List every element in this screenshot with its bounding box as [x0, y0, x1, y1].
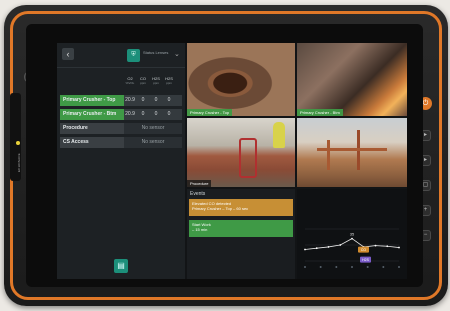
reading-value: 0 — [141, 111, 145, 117]
location-panel: ‹ ⛨ Status Lenses ⌄ O2 %VOL CO ppm H2S ppm … — [57, 43, 185, 279]
site-logo-icon: ⛨ — [127, 49, 140, 62]
panel-header: ‹ ⛨ Status Lenses ⌄ — [57, 43, 185, 68]
event-item[interactable]: Start Work – 15 min — [189, 220, 293, 237]
trend-line — [304, 238, 400, 250]
x-tick — [304, 266, 306, 268]
railing-shape — [239, 138, 257, 178]
event-detail: – 15 min — [192, 227, 208, 232]
gas-col-h2s-1: H2S ppm — [152, 76, 160, 86]
event-item[interactable]: Elevated CO detected Primary Crusher – T… — [189, 199, 293, 216]
x-tick — [398, 266, 400, 268]
reading-value: 0 — [141, 97, 145, 103]
reading-value: 20.9 — [125, 97, 135, 103]
reading-value: 0 — [154, 111, 158, 117]
trend-point — [374, 244, 377, 247]
x-tick — [382, 266, 385, 268]
location-name: Procedure — [60, 123, 124, 134]
location-row[interactable]: Primary Crusher - Top 20.9 0 0 0 — [60, 95, 182, 106]
no-sensor-label: No sensor — [141, 139, 165, 145]
device-brand: ECHOSAFE — [17, 153, 21, 172]
app-screen: ‹ ⛨ Status Lenses ⌄ O2 %VOL CO ppm H2S ppm … — [57, 43, 407, 279]
data-label: 35 — [350, 232, 355, 237]
camera-label: Procedure — [187, 180, 212, 187]
series-tag-label: CO — [361, 248, 367, 252]
trend-point — [327, 246, 330, 248]
gas-col-o2: O2 %VOL — [125, 76, 135, 86]
x-tick — [366, 266, 369, 268]
reading-value: 0 — [167, 111, 171, 117]
location-name: CS Access — [60, 137, 124, 148]
series-tag-label: H2S — [362, 258, 369, 262]
camera-feed-crusher-top[interactable]: Primary Crusher - Top — [187, 43, 295, 116]
reading-value: 0 — [167, 97, 171, 103]
camera-label: Primary Crusher - Btm — [297, 109, 343, 116]
location-row[interactable]: Procedure No sensor — [60, 123, 182, 134]
report-button[interactable]: ▤ — [114, 259, 128, 273]
no-sensor-label: No sensor — [141, 125, 165, 131]
trend-point — [386, 245, 389, 248]
worker-shape — [273, 122, 285, 148]
camera-feed-procedure[interactable]: Procedure — [187, 118, 295, 187]
event-detail: Primary Crusher – Top – 60 sec — [192, 206, 249, 211]
photo-background: ECHOSAFE ⏻ ▸ ▸ ▢ + − ‹ ⛨ Status Lenses ⌄… — [0, 0, 450, 311]
chevron-down-icon[interactable]: ⌄ — [174, 50, 180, 58]
camera-feed-plant[interactable] — [297, 118, 407, 187]
location-name: Primary Crusher - Top — [60, 95, 124, 106]
location-name: Primary Crusher - Btm — [60, 109, 124, 120]
structure-shape — [327, 140, 330, 170]
location-row[interactable]: Primary Crusher - Btm 20.9 0 0 0 — [60, 109, 182, 120]
reading-value: 0 — [154, 97, 158, 103]
camera-label: Primary Crusher - Top — [187, 109, 233, 116]
trend-svg: 35 CO H2S — [304, 228, 400, 268]
trend-point — [304, 248, 306, 251]
trend-point — [315, 247, 318, 250]
gas-col-h2s-2: H2S ppm — [165, 76, 173, 86]
trend-point — [398, 246, 400, 249]
events-title: Events — [190, 191, 206, 197]
x-tick — [319, 266, 322, 268]
events-panel: Events Elevated CO detected Primary Crus… — [187, 189, 295, 279]
location-row[interactable]: CS Access No sensor — [60, 137, 182, 148]
app-name: Status Lenses — [143, 50, 169, 55]
camera-feed-crusher-btm[interactable]: Primary Crusher - Btm — [297, 43, 407, 116]
reading-value: 20.9 — [125, 111, 135, 117]
trend-point — [339, 244, 342, 246]
gas-trend-chart: 35 CO H2S — [297, 189, 407, 279]
x-tick — [351, 266, 353, 268]
arrow-left-icon[interactable]: ‹ — [62, 48, 74, 60]
x-tick — [335, 266, 338, 268]
gas-col-co: CO ppm — [140, 76, 146, 86]
trend-point — [351, 237, 353, 240]
